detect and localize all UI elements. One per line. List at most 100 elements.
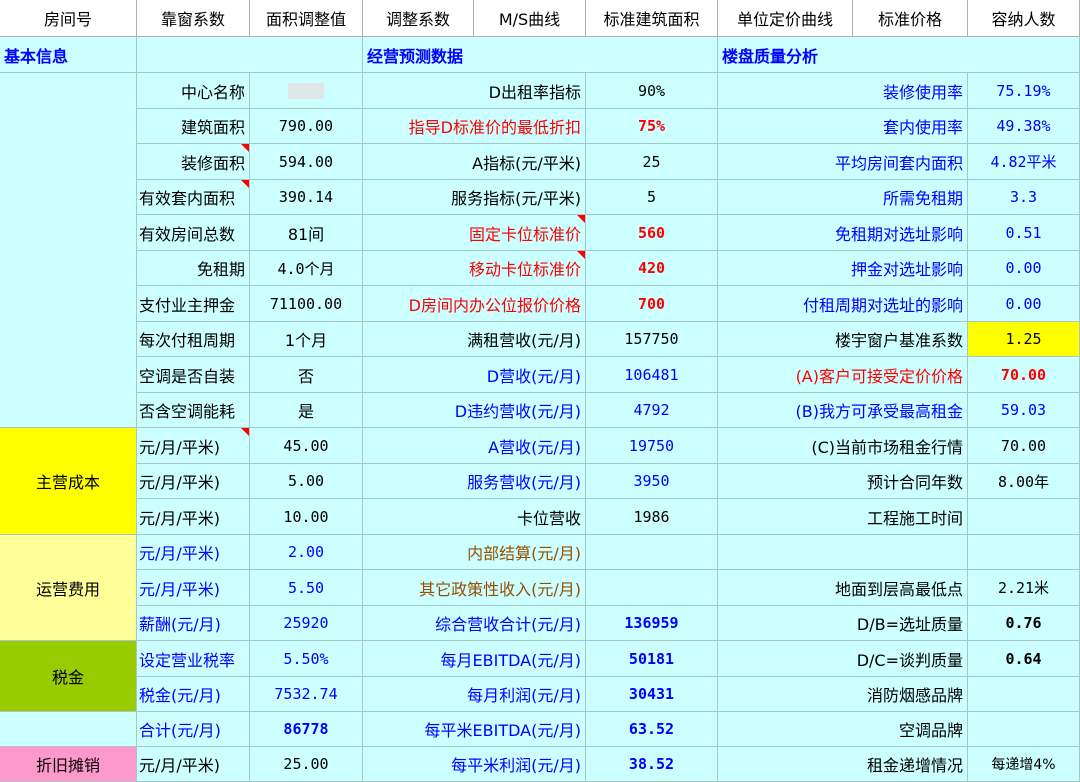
label-avg-room-area[interactable]: 平均房间套内面积 [718, 144, 968, 180]
value-free-rent-period[interactable]: 4.0个月 [250, 251, 363, 286]
value-total-revenue[interactable]: 136959 [586, 606, 718, 641]
value-monthly-ebitda[interactable]: 50181 [586, 641, 718, 677]
value-quality-blank[interactable] [968, 535, 1080, 570]
label-ac-brand[interactable]: 空调品牌 [718, 712, 968, 747]
label-smoke-brand[interactable]: 消防烟感品牌 [718, 677, 968, 712]
label-decor-usage[interactable]: 装修使用率 [718, 73, 968, 109]
value-d-occupancy[interactable]: 90% [586, 73, 718, 109]
label-main-cost-2[interactable]: 元/月/平米) [137, 464, 250, 499]
value-cost-total[interactable]: 86778 [250, 712, 363, 747]
header-std-area[interactable]: 标准建筑面积 [586, 0, 718, 37]
value-construction-time[interactable] [968, 499, 1080, 535]
value-full-revenue[interactable]: 157750 [586, 322, 718, 357]
value-internal-settlement[interactable] [586, 535, 718, 570]
header-unit-price-curve[interactable]: 单位定价曲线 [718, 0, 853, 37]
label-floor-height[interactable]: 地面到层高最低点 [718, 570, 968, 606]
label-monthly-profit[interactable]: 每月利润(元/月) [363, 677, 586, 712]
label-building-area[interactable]: 建筑面积 [137, 109, 250, 144]
value-main-cost-3[interactable]: 10.00 [250, 499, 363, 535]
label-d-revenue[interactable]: D营收(元/月) [363, 357, 586, 393]
label-deposit-impact[interactable]: 押金对选址影响 [718, 251, 968, 286]
label-op-cost-1[interactable]: 元/月/平米) [137, 535, 250, 570]
label-sqm-profit[interactable]: 每平米利润(元/月) [363, 747, 586, 782]
label-main-cost-3[interactable]: 元/月/平米) [137, 499, 250, 535]
section-forecast[interactable]: 经营预测数据 [363, 37, 718, 73]
value-seat-revenue[interactable]: 1986 [586, 499, 718, 535]
label-office-seat-quote[interactable]: D房间内办公位报价价格 [363, 286, 586, 322]
value-pay-cycle[interactable]: 1个月 [250, 322, 363, 357]
value-avg-room-area[interactable]: 4.82平米 [968, 144, 1080, 180]
label-market-rent[interactable]: (C)当前市场租金行情 [718, 428, 968, 464]
value-d-revenue[interactable]: 106481 [586, 357, 718, 393]
value-client-accept-price[interactable]: 70.00 [968, 357, 1080, 393]
value-sqm-ebitda[interactable]: 63.52 [586, 712, 718, 747]
category-tax[interactable]: 税金 [0, 641, 137, 712]
label-fixed-seat-price[interactable]: 固定卡位标准价 [363, 215, 586, 251]
label-pay-cycle[interactable]: 每次付租周期 [137, 322, 250, 357]
label-ac-self-install[interactable]: 空调是否自装 [137, 357, 250, 393]
value-service-index[interactable]: 5 [586, 180, 718, 215]
value-market-rent[interactable]: 70.00 [968, 428, 1080, 464]
value-tax-amount[interactable]: 7532.74 [250, 677, 363, 712]
value-rent-increase[interactable]: 每递增4% [968, 747, 1080, 782]
header-capacity[interactable]: 容纳人数 [968, 0, 1080, 37]
category-blank-bottom[interactable] [0, 712, 137, 747]
section-basic-info[interactable]: 基本信息 [0, 37, 137, 73]
label-salary[interactable]: 薪酬(元/月) [137, 606, 250, 641]
value-min-discount[interactable]: 75% [586, 109, 718, 144]
header-area-adjust[interactable]: 面积调整值 [250, 0, 363, 37]
category-main-cost[interactable]: 主营成本 [0, 428, 137, 535]
label-room-count[interactable]: 有效房间总数 [137, 215, 250, 251]
category-blank-top[interactable] [0, 73, 137, 428]
label-effective-suite-area[interactable]: 有效套内面积 [137, 180, 250, 215]
value-center-name[interactable] [250, 73, 363, 109]
label-internal-settlement[interactable]: 内部结算(元/月) [363, 535, 586, 570]
label-monthly-ebitda[interactable]: 每月EBITDA(元/月) [363, 641, 586, 677]
value-salary[interactable]: 25920 [250, 606, 363, 641]
label-site-quality[interactable]: D/B=选址质量 [718, 606, 968, 641]
label-tax-amount[interactable]: 税金(元/月) [137, 677, 250, 712]
label-window-base-coef[interactable]: 楼宇窗户基准系数 [718, 322, 968, 357]
value-service-revenue[interactable]: 3950 [586, 464, 718, 499]
label-suite-usage[interactable]: 套内使用率 [718, 109, 968, 144]
label-d-default-revenue[interactable]: D违约营收(元/月) [363, 393, 586, 428]
label-free-rent-impact[interactable]: 免租期对选址影响 [718, 215, 968, 251]
label-free-rent-needed[interactable]: 所需免租期 [718, 180, 968, 215]
label-quality-blank[interactable] [718, 535, 968, 570]
label-mobile-seat-price[interactable]: 移动卡位标准价 [363, 251, 586, 286]
value-ac-energy[interactable]: 是 [250, 393, 363, 428]
label-construction-time[interactable]: 工程施工时间 [718, 499, 968, 535]
value-pay-cycle-impact[interactable]: 0.00 [968, 286, 1080, 322]
label-op-cost-2[interactable]: 元/月/平米) [137, 570, 250, 606]
value-smoke-brand[interactable] [968, 677, 1080, 712]
value-window-base-coef[interactable]: 1.25 [968, 322, 1080, 357]
section-quality[interactable]: 楼盘质量分析 [718, 37, 1080, 73]
value-policy-income[interactable] [586, 570, 718, 606]
label-cost-total[interactable]: 合计(元/月) [137, 712, 250, 747]
header-room-no[interactable]: 房间号 [0, 0, 137, 37]
value-d-default-revenue[interactable]: 4792 [586, 393, 718, 428]
value-suite-usage[interactable]: 49.38% [968, 109, 1080, 144]
label-service-index[interactable]: 服务指标(元/平米) [363, 180, 586, 215]
value-free-rent-impact[interactable]: 0.51 [968, 215, 1080, 251]
label-full-revenue[interactable]: 满租营收(元/月) [363, 322, 586, 357]
label-tax-rate[interactable]: 设定营业税率 [137, 641, 250, 677]
label-a-index[interactable]: A指标(元/平米) [363, 144, 586, 180]
label-rent-increase[interactable]: 租金递增情况 [718, 747, 968, 782]
label-total-revenue[interactable]: 综合营收合计(元/月) [363, 606, 586, 641]
value-monthly-profit[interactable]: 30431 [586, 677, 718, 712]
header-std-price[interactable]: 标准价格 [853, 0, 968, 37]
label-contract-years[interactable]: 预计合同年数 [718, 464, 968, 499]
value-a-revenue[interactable]: 19750 [586, 428, 718, 464]
category-depreciation[interactable]: 折旧摊销 [0, 747, 137, 782]
value-effective-suite-area[interactable]: 390.14 [250, 180, 363, 215]
value-deposit-impact[interactable]: 0.00 [968, 251, 1080, 286]
header-adjust-coef[interactable]: 调整系数 [363, 0, 474, 37]
value-tax-rate[interactable]: 5.50% [250, 641, 363, 677]
value-floor-height[interactable]: 2.21米 [968, 570, 1080, 606]
value-depreciation[interactable]: 25.00 [250, 747, 363, 782]
value-contract-years[interactable]: 8.00年 [968, 464, 1080, 499]
value-op-cost-1[interactable]: 2.00 [250, 535, 363, 570]
value-decor-area[interactable]: 594.00 [250, 144, 363, 180]
label-pay-cycle-impact[interactable]: 付租周期对选址的影响 [718, 286, 968, 322]
